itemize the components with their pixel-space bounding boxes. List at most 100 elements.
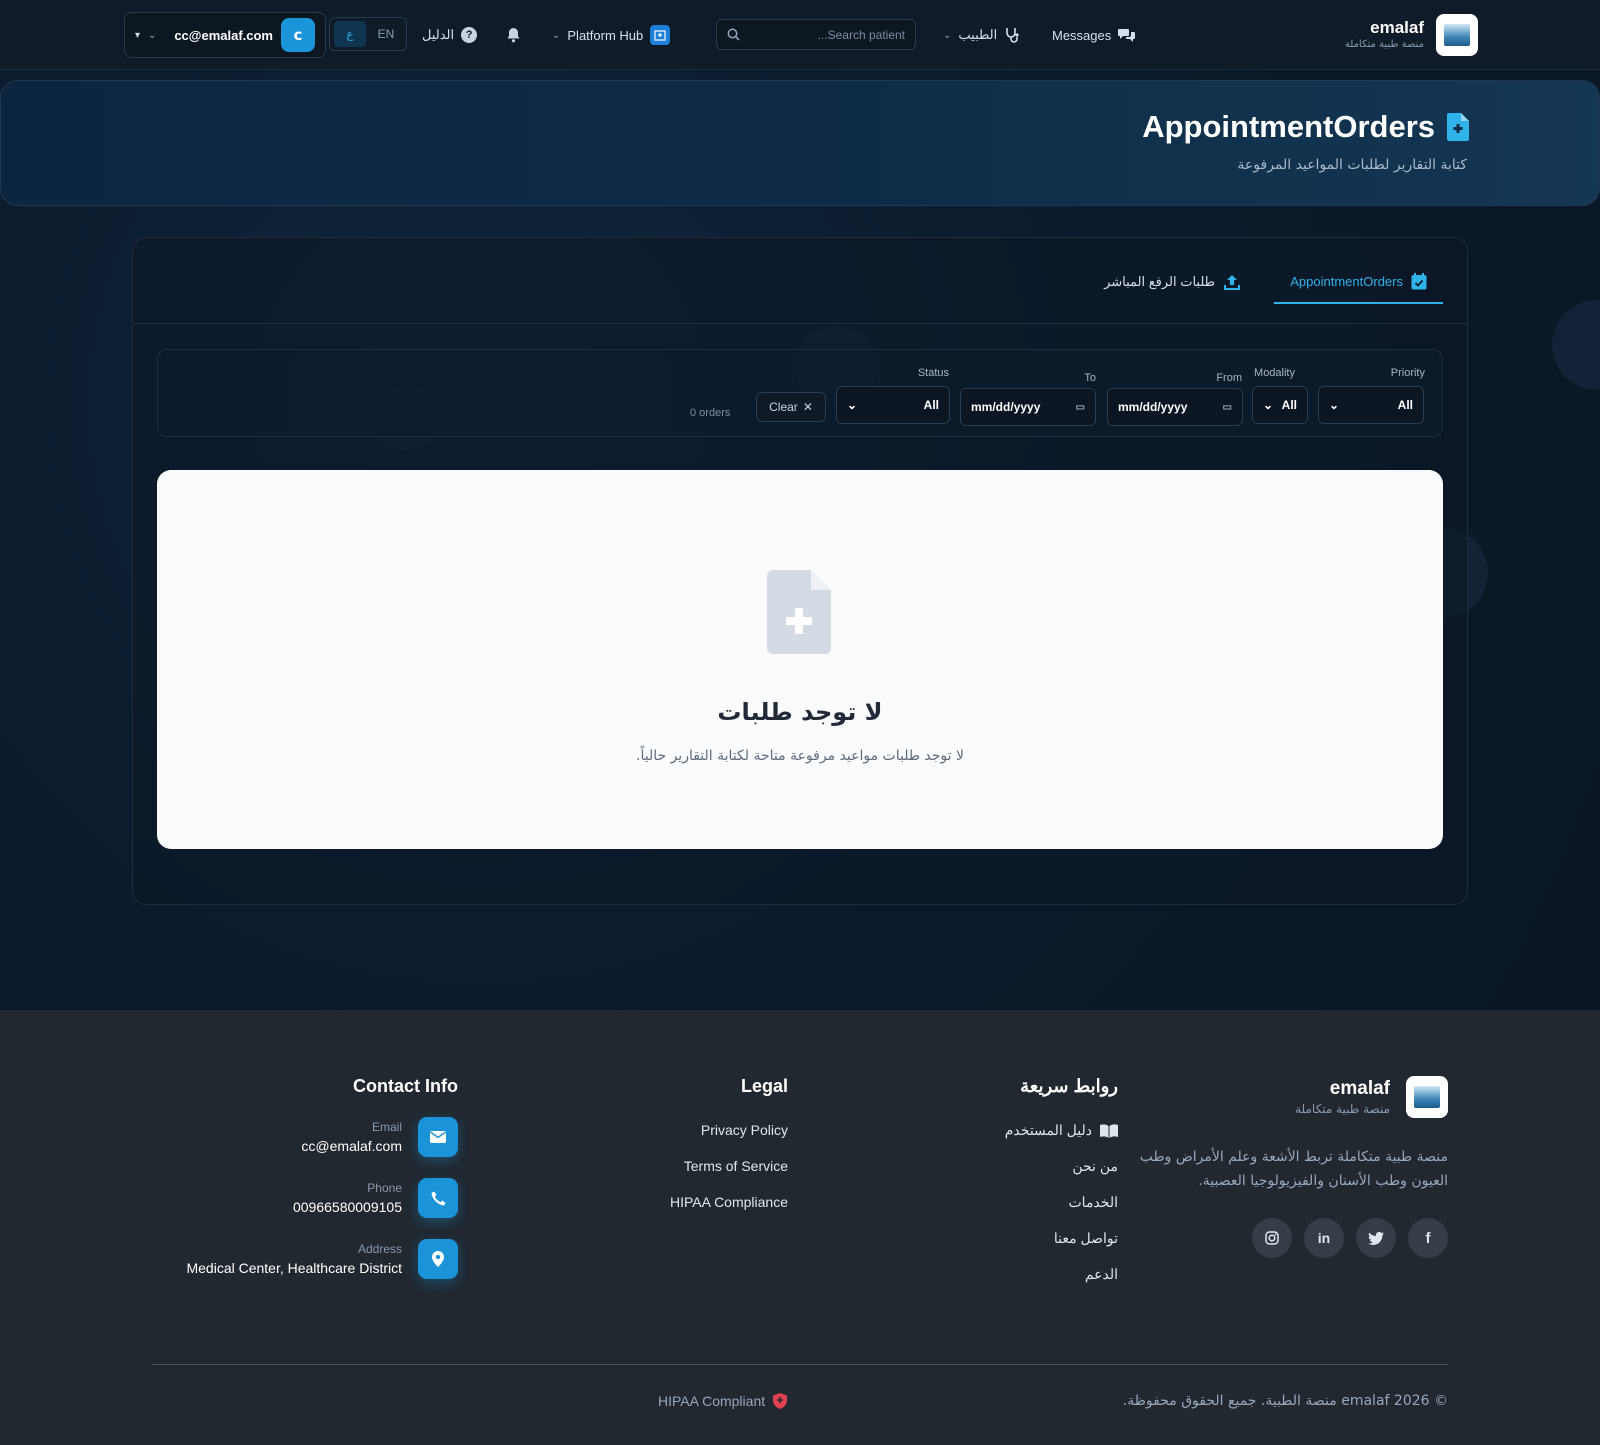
guide-link[interactable]: الدليل ? [422, 22, 478, 48]
tab-direct-upload-orders[interactable]: طلبات الرفع المباشر [1088, 260, 1257, 304]
page-subtitle: كتابة التقارير لطلبات المواعيد المرفوعة [1237, 157, 1467, 173]
doctor-dropdown[interactable]: ⌄ الطبيب [943, 22, 1020, 48]
priority-select[interactable]: ⌄ All [1318, 386, 1424, 424]
page-header: AppointmentOrders كتابة التقارير لطلبات … [0, 80, 1600, 206]
clear-filters-button[interactable]: Clear ✕ [756, 392, 826, 422]
footer-description: منصة طبية متكاملة تربط الأشعة وعلم الأمر… [1139, 1149, 1448, 1189]
linkedin-icon[interactable]: in [1304, 1218, 1344, 1258]
avatar: c [281, 18, 315, 52]
footer-brand: emalaf منصة طبية متكاملة [1295, 1076, 1448, 1118]
facebook-icon[interactable]: f [1408, 1218, 1448, 1258]
envelope-icon [418, 1117, 458, 1157]
status-label: Status [917, 367, 949, 379]
user-menu[interactable]: ▾ ⌄ cc@emalaf.com c [124, 12, 326, 58]
site-footer: emalaf منصة طبية متكاملة منصة طبية متكام… [0, 1010, 1600, 1445]
footer-logo [1406, 1076, 1448, 1118]
modality-label: Modality [1254, 367, 1295, 379]
calendar-icon: ▭ [1222, 401, 1232, 413]
chevron-down-icon: ⌄ [847, 398, 858, 412]
lang-en-button[interactable]: EN [370, 21, 402, 47]
brand-name: emalaf [1370, 18, 1424, 37]
footer-link-hipaa[interactable]: HIPAA Compliance [670, 1194, 788, 1210]
email-value[interactable]: cc@emalaf.com [301, 1138, 402, 1154]
tab-label: AppointmentOrders [1290, 273, 1403, 289]
patient-search[interactable] [716, 19, 916, 50]
calendar-icon: ▭ [1075, 401, 1085, 413]
top-navbar: emalaf منصة طبية متكاملة Messages ⌄ الطب… [0, 0, 1600, 70]
address-value: Medical Center, Healthcare District [186, 1260, 402, 1276]
chevron-down-icon: ⌄ [1329, 398, 1340, 412]
address-label: Address [357, 1242, 402, 1256]
footer-link-contact[interactable]: تواصل معنا [1054, 1230, 1118, 1247]
twitter-icon[interactable] [1356, 1218, 1396, 1258]
brand[interactable]: emalaf منصة طبية متكاملة [1345, 13, 1478, 57]
copyright: © 2026 emalaf منصة الطبية. جميع الحقوق م… [1122, 1393, 1448, 1409]
modality-value: All [1281, 398, 1297, 412]
book-icon [1100, 1123, 1118, 1138]
lang-ar-button[interactable]: ع [334, 21, 366, 47]
footer-brand-tagline: منصة طبية متكاملة [1295, 1102, 1390, 1116]
contact-phone: Phone 00966580009105 [293, 1178, 458, 1218]
brand-tagline: منصة طبية متكاملة [1344, 39, 1424, 50]
chevron-down-icon: ⌄ [552, 29, 561, 41]
notifications-button[interactable] [506, 22, 521, 48]
to-label: To [1084, 372, 1096, 384]
bell-icon [507, 28, 520, 43]
instagram-icon[interactable] [1252, 1218, 1292, 1258]
messages-label: Messages [1052, 27, 1112, 43]
email-label: Email [371, 1120, 402, 1134]
platform-hub-dropdown[interactable]: ⌄ Platform Hub [552, 22, 671, 48]
stethoscope-icon [1006, 28, 1019, 43]
platform-hub-label: Platform Hub [567, 27, 644, 43]
chevron-down-icon: ⌄ [1263, 398, 1274, 412]
map-pin-icon [418, 1239, 458, 1279]
status-value: All [923, 398, 939, 412]
chevron-down-icon: ⌄ [148, 29, 157, 41]
footer-brand-name: emalaf [1329, 1078, 1390, 1099]
legal-title: Legal [740, 1076, 788, 1096]
hipaa-badge: HIPAA Compliant [658, 1393, 788, 1409]
help-circle-icon: ? [461, 27, 478, 43]
modality-select[interactable]: ⌄ All [1252, 386, 1308, 424]
tab-bar: AppointmentOrders طلبات الرفع المباشر [133, 238, 1467, 324]
user-email: cc@emalaf.com [174, 27, 273, 43]
brand-logo [1436, 14, 1478, 56]
quick-links-title: روابط سريعة [1020, 1076, 1118, 1096]
footer-link-about[interactable]: من نحن [1072, 1158, 1118, 1175]
empty-state-subtitle: لا توجد طلبات مواعيد مرفوعة متاحة لكتابة… [636, 748, 964, 764]
status-select[interactable]: ⌄ All [836, 386, 950, 424]
phone-icon [418, 1178, 458, 1218]
upload-icon [1224, 274, 1240, 290]
footer-divider [152, 1364, 1448, 1365]
language-switch: ع EN [329, 17, 407, 51]
empty-state-title: لا توجد طلبات [717, 698, 883, 726]
close-icon: ✕ [802, 400, 813, 414]
messages-nav[interactable]: Messages [1052, 22, 1136, 48]
orders-panel: AppointmentOrders طلبات الرفع المباشر Pr… [132, 237, 1468, 905]
to-date-value: mm/dd/yyyy [971, 400, 1041, 414]
clear-label: Clear [769, 400, 798, 414]
search-input[interactable] [740, 27, 905, 42]
to-date-input[interactable]: mm/dd/yyyy ▭ [960, 388, 1096, 426]
tab-appointment-orders[interactable]: AppointmentOrders [1274, 260, 1443, 304]
empty-state: لا توجد طلبات لا توجد طلبات مواعيد مرفوع… [157, 470, 1443, 849]
phone-value[interactable]: 00966580009105 [293, 1199, 402, 1215]
file-medical-icon [1447, 113, 1469, 141]
page-title: AppointmentOrders [1142, 109, 1435, 144]
search-icon [727, 28, 740, 41]
footer-link-user-guide[interactable]: دليل المستخدم [1005, 1122, 1118, 1139]
from-date-value: mm/dd/yyyy [1118, 400, 1188, 414]
filters-bar: Priority ⌄ All Modality ⌄ All From mm/dd… [157, 349, 1443, 437]
footer-link-privacy[interactable]: Privacy Policy [701, 1122, 788, 1138]
caret-down-icon: ▾ [135, 29, 141, 41]
footer-link-terms[interactable]: Terms of Service [684, 1158, 788, 1174]
contact-email: Email cc@emalaf.com [301, 1117, 458, 1157]
footer-link-services[interactable]: الخدمات [1069, 1194, 1119, 1211]
from-date-input[interactable]: mm/dd/yyyy ▭ [1107, 388, 1243, 426]
calendar-check-icon [1411, 272, 1427, 289]
tab-label: طلبات الرفع المباشر [1104, 274, 1215, 289]
footer-link-support[interactable]: الدعم [1085, 1266, 1118, 1283]
chat-bubbles-icon [1118, 29, 1136, 42]
doctor-label: الطبيب [958, 27, 998, 42]
file-medical-icon [767, 570, 831, 654]
